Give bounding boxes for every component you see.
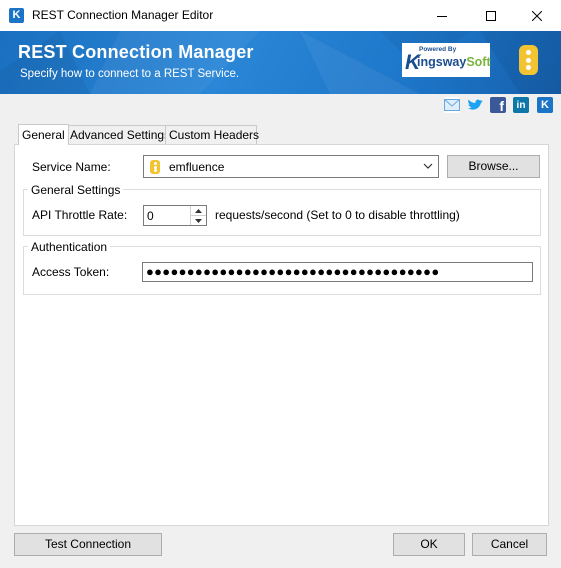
brand-powered-by: Powered By [419,46,457,53]
test-connection-button[interactable]: Test Connection [14,533,162,556]
maximize-button[interactable] [468,0,514,31]
throttle-rate-stepper[interactable]: 0 [143,205,207,226]
stepper-down-button[interactable] [191,216,206,225]
browse-button[interactable]: Browse... [447,155,540,178]
envelope-glyph [444,99,460,111]
close-button[interactable] [514,0,560,31]
stepper-up-button[interactable] [191,206,206,216]
header-banner: REST Connection Manager Specify how to c… [0,31,561,94]
chevron-up-icon [195,208,202,213]
title-bar: K REST Connection Manager Editor [0,0,561,31]
facebook-icon[interactable]: f [490,97,506,113]
linkedin-icon[interactable]: in [513,97,529,113]
minimize-button[interactable] [419,0,465,31]
service-name-dropdown[interactable]: emfluence [143,155,439,178]
brand-name-main: ingsway [417,55,467,69]
app-icon: K [9,8,24,23]
rest-connector-logo-icon [519,45,538,75]
tab-custom-headers[interactable]: Custom Headers [165,125,259,144]
service-name-label: Service Name: [32,160,111,174]
stepper-buttons [190,206,206,225]
access-token-field[interactable]: ●●●●●●●●●●●●●●●●●●●●●●●●●●●●●●●●●●●● [142,262,533,282]
bird-glyph [468,99,483,110]
tab-advanced-settings[interactable]: Advanced Settings [66,125,170,144]
throttle-rate-hint: requests/second (Set to 0 to disable thr… [215,208,460,222]
throttle-rate-label: API Throttle Rate: [32,208,128,222]
kingswaysoft-icon[interactable]: K [537,97,553,113]
throttle-rate-value: 0 [147,209,154,223]
header-subtitle: Specify how to connect to a REST Service… [20,68,240,80]
service-name-value: emfluence [169,160,225,174]
brand-name: ingswaySoft [417,55,491,69]
chevron-down-small-icon [195,218,202,223]
tab-general[interactable]: General [18,124,69,145]
service-icon [150,160,160,174]
minimize-icon [437,15,447,17]
maximize-icon [486,10,496,21]
brand-name-soft: Soft [466,55,491,69]
email-icon[interactable] [444,97,460,113]
header-title: REST Connection Manager [18,42,254,62]
authentication-group-title: Authentication [28,240,111,254]
window-title: REST Connection Manager Editor [32,8,214,22]
kingswaysoft-brand-logo: Powered By K ingswaySoft [402,43,491,77]
ok-button[interactable]: OK [393,533,465,556]
twitter-icon[interactable] [467,97,483,113]
access-token-value: ●●●●●●●●●●●●●●●●●●●●●●●●●●●●●●●●●●●● [146,264,440,279]
access-token-label: Access Token: [32,265,110,279]
general-settings-group-title: General Settings [28,183,124,197]
close-icon [532,10,542,21]
cancel-button[interactable]: Cancel [472,533,547,556]
chevron-down-icon [423,163,433,169]
